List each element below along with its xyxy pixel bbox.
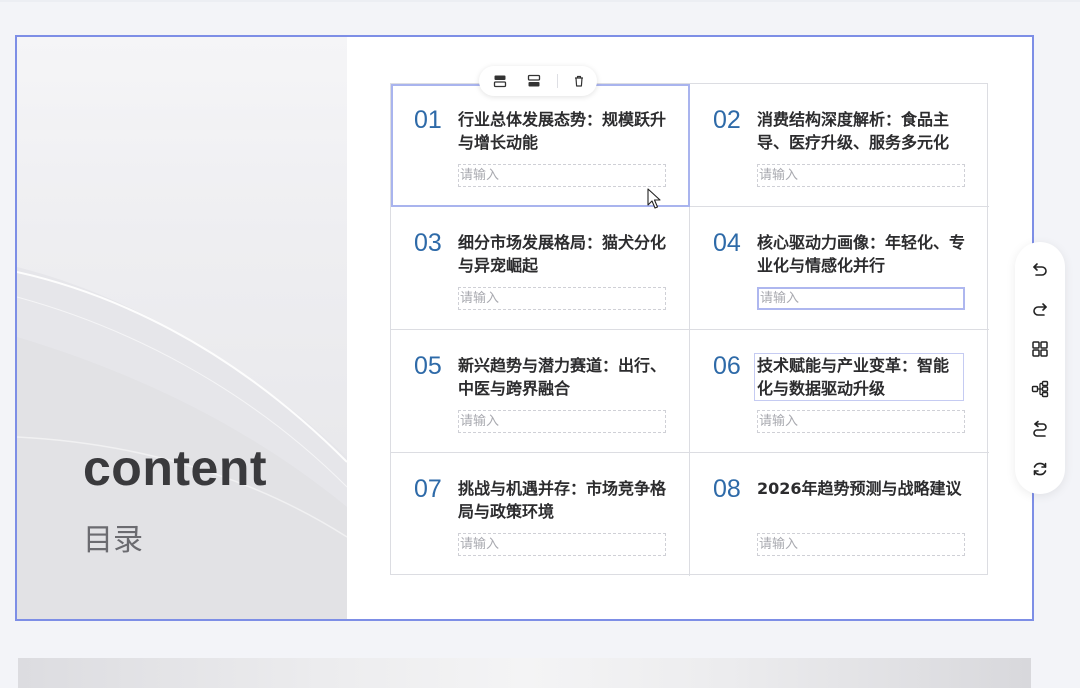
- toc-title[interactable]: 2026年趋势预测与战略建议: [757, 477, 969, 500]
- toc-input[interactable]: 请输入: [458, 287, 666, 310]
- toc-number: 03: [414, 229, 442, 257]
- toc-number: 04: [713, 229, 741, 257]
- top-divider: [0, 0, 1080, 2]
- toc-input[interactable]: 请输入: [458, 164, 666, 187]
- redo-icon[interactable]: [1025, 294, 1055, 323]
- toc-input[interactable]: 请输入: [458, 410, 666, 433]
- toc-cell[interactable]: 08 2026年趋势预测与战略建议 请输入: [690, 453, 989, 576]
- undo-icon[interactable]: [1025, 254, 1055, 283]
- convert-icon[interactable]: [1025, 414, 1055, 443]
- insert-row-below-icon[interactable]: [521, 68, 547, 94]
- toc-cell[interactable]: 01 行业总体发展态势：规模跃升与增长动能 请输入: [391, 84, 690, 207]
- toc-table[interactable]: 01 行业总体发展态势：规模跃升与增长动能 请输入 02 消费结构深度解析：食品…: [390, 83, 989, 576]
- delete-icon[interactable]: [566, 68, 592, 94]
- toc-title[interactable]: 消费结构深度解析：食品主导、医疗升级、服务多元化: [757, 108, 969, 154]
- toc-input[interactable]: 请输入: [757, 287, 965, 310]
- decorative-wave: [17, 267, 347, 619]
- slide-title: content: [83, 440, 268, 496]
- cell-toolbar: [479, 66, 597, 96]
- toc-number: 08: [713, 475, 741, 503]
- layout-grid-icon[interactable]: [1025, 334, 1055, 363]
- toc-cell[interactable]: 06 技术赋能与产业变革：智能化与数据驱动升级 请输入: [690, 330, 989, 453]
- toc-title[interactable]: 细分市场发展格局：猫犬分化与异宠崛起: [458, 231, 670, 277]
- toc-title[interactable]: 挑战与机遇并存：市场竞争格局与政策环境: [458, 477, 670, 523]
- toc-title[interactable]: 行业总体发展态势：规模跃升与增长动能: [458, 108, 670, 154]
- toc-cell[interactable]: 05 新兴趋势与潜力赛道：出行、中医与跨界融合 请输入: [391, 330, 690, 453]
- side-toolbar: [1015, 242, 1065, 494]
- structure-icon[interactable]: [1025, 374, 1055, 403]
- toc-input[interactable]: 请输入: [757, 164, 965, 187]
- toc-input[interactable]: 请输入: [458, 533, 666, 556]
- toc-number: 05: [414, 352, 442, 380]
- toc-number: 06: [713, 352, 741, 380]
- toc-title[interactable]: 技术赋能与产业变革：智能化与数据驱动升级: [754, 353, 964, 401]
- toc-cell[interactable]: 03 细分市场发展格局：猫犬分化与异宠崛起 请输入: [391, 207, 690, 330]
- toc-number: 07: [414, 475, 442, 503]
- toc-number: 01: [414, 106, 442, 134]
- slide-left-panel: content 目录: [17, 37, 347, 619]
- toolbar-separator: [557, 74, 558, 88]
- slide-canvas[interactable]: content 目录 01 行业总体发展态势：规模跃升与增长动能 请输入 02 …: [15, 35, 1034, 621]
- toc-title[interactable]: 新兴趋势与潜力赛道：出行、中医与跨界融合: [458, 354, 670, 400]
- toc-title[interactable]: 核心驱动力画像：年轻化、专业化与情感化并行: [757, 231, 969, 277]
- toc-input[interactable]: 请输入: [757, 533, 965, 556]
- refresh-icon[interactable]: [1025, 454, 1055, 483]
- next-slide-thumbnail[interactable]: [18, 658, 1031, 688]
- toc-cell[interactable]: 02 消费结构深度解析：食品主导、医疗升级、服务多元化 请输入: [690, 84, 989, 207]
- insert-row-above-icon[interactable]: [487, 68, 513, 94]
- toc-cell[interactable]: 07 挑战与机遇并存：市场竞争格局与政策环境 请输入: [391, 453, 690, 576]
- toc-input[interactable]: 请输入: [757, 410, 965, 433]
- slide-subtitle: 目录: [83, 523, 143, 558]
- toc-number: 02: [713, 106, 741, 134]
- mouse-cursor-icon: [647, 188, 661, 209]
- toc-cell[interactable]: 04 核心驱动力画像：年轻化、专业化与情感化并行 请输入: [690, 207, 989, 330]
